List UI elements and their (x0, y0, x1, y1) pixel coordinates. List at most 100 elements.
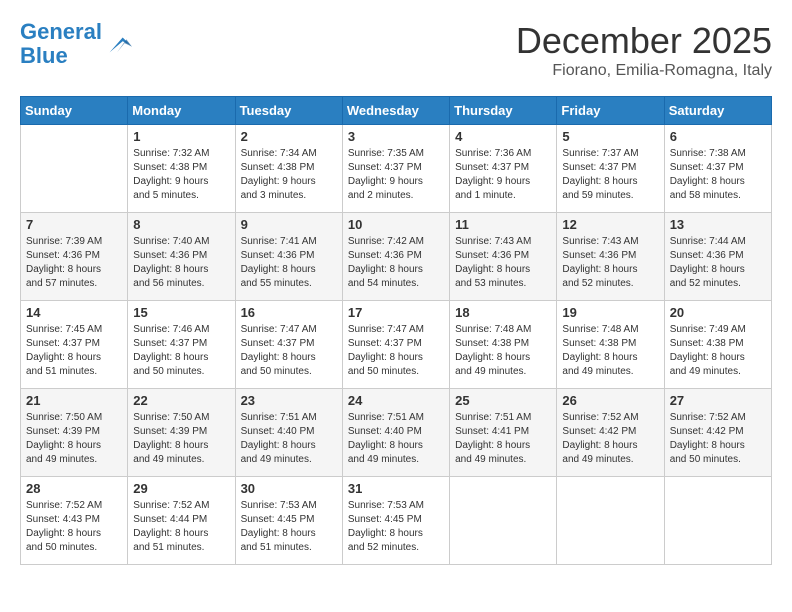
day-number: 4 (455, 129, 551, 144)
week-row-3: 14 Sunrise: 7:45 AM Sunset: 4:37 PM Dayli… (21, 301, 772, 389)
title-block: December 2025 Fiorano, Emilia-Romagna, I… (516, 20, 772, 80)
day-info: Sunrise: 7:47 AM Sunset: 4:37 PM Dayligh… (241, 323, 337, 379)
location-title: Fiorano, Emilia-Romagna, Italy (516, 62, 772, 80)
day-info: Sunrise: 7:43 AM Sunset: 4:36 PM Dayligh… (562, 235, 658, 291)
day-info: Sunrise: 7:35 AM Sunset: 4:37 PM Dayligh… (348, 147, 444, 203)
day-info: Sunrise: 7:51 AM Sunset: 4:40 PM Dayligh… (241, 411, 337, 467)
month-title: December 2025 (516, 20, 772, 62)
day-info: Sunrise: 7:48 AM Sunset: 4:38 PM Dayligh… (455, 323, 551, 379)
header-day-tuesday: Tuesday (235, 97, 342, 125)
week-row-1: 1Sunrise: 7:32 AM Sunset: 4:38 PM Daylig… (21, 125, 772, 213)
header-day-saturday: Saturday (664, 97, 771, 125)
day-info: Sunrise: 7:50 AM Sunset: 4:39 PM Dayligh… (133, 411, 229, 467)
day-number: 18 (455, 305, 551, 320)
day-cell: 4 Sunrise: 7:36 AM Sunset: 4:37 PM Daylig… (450, 125, 557, 213)
day-info: Sunrise: 7:52 AM Sunset: 4:42 PM Dayligh… (670, 411, 766, 467)
day-cell: 25 Sunrise: 7:51 AM Sunset: 4:41 PM Dayli… (450, 389, 557, 477)
day-cell: 12Sunrise: 7:43 AM Sunset: 4:36 PM Dayli… (557, 213, 664, 301)
day-cell: 22 Sunrise: 7:50 AM Sunset: 4:39 PM Dayli… (128, 389, 235, 477)
day-cell: 8 Sunrise: 7:40 AM Sunset: 4:36 PM Daylig… (128, 213, 235, 301)
day-number: 22 (133, 393, 229, 408)
day-cell: 26 Sunrise: 7:52 AM Sunset: 4:42 PM Dayli… (557, 389, 664, 477)
week-row-2: 7 Sunrise: 7:39 AM Sunset: 4:36 PM Daylig… (21, 213, 772, 301)
day-number: 24 (348, 393, 444, 408)
day-info: Sunrise: 7:43 AM Sunset: 4:36 PM Dayligh… (455, 235, 551, 291)
day-number: 3 (348, 129, 444, 144)
day-cell: 16 Sunrise: 7:47 AM Sunset: 4:37 PM Dayli… (235, 301, 342, 389)
day-number: 29 (133, 481, 229, 496)
logo-icon (104, 30, 132, 58)
day-cell: 23Sunrise: 7:51 AM Sunset: 4:40 PM Dayli… (235, 389, 342, 477)
day-cell: 14 Sunrise: 7:45 AM Sunset: 4:37 PM Dayli… (21, 301, 128, 389)
day-info: Sunrise: 7:53 AM Sunset: 4:45 PM Dayligh… (241, 499, 337, 555)
day-cell: 15Sunrise: 7:46 AM Sunset: 4:37 PM Dayli… (128, 301, 235, 389)
header-day-friday: Friday (557, 97, 664, 125)
day-info: Sunrise: 7:52 AM Sunset: 4:43 PM Dayligh… (26, 499, 122, 555)
day-cell: 27Sunrise: 7:52 AM Sunset: 4:42 PM Dayli… (664, 389, 771, 477)
day-cell: 24Sunrise: 7:51 AM Sunset: 4:40 PM Dayli… (342, 389, 449, 477)
day-info: Sunrise: 7:52 AM Sunset: 4:44 PM Dayligh… (133, 499, 229, 555)
day-number: 15 (133, 305, 229, 320)
day-info: Sunrise: 7:53 AM Sunset: 4:45 PM Dayligh… (348, 499, 444, 555)
day-info: Sunrise: 7:37 AM Sunset: 4:37 PM Dayligh… (562, 147, 658, 203)
day-info: Sunrise: 7:39 AM Sunset: 4:36 PM Dayligh… (26, 235, 122, 291)
day-cell: 28 Sunrise: 7:52 AM Sunset: 4:43 PM Dayli… (21, 477, 128, 565)
day-info: Sunrise: 7:34 AM Sunset: 4:38 PM Dayligh… (241, 147, 337, 203)
day-number: 6 (670, 129, 766, 144)
week-row-4: 21 Sunrise: 7:50 AM Sunset: 4:39 PM Dayli… (21, 389, 772, 477)
day-cell (450, 477, 557, 565)
day-info: Sunrise: 7:47 AM Sunset: 4:37 PM Dayligh… (348, 323, 444, 379)
day-cell: 1Sunrise: 7:32 AM Sunset: 4:38 PM Daylig… (128, 125, 235, 213)
day-cell: 31 Sunrise: 7:53 AM Sunset: 4:45 PM Dayli… (342, 477, 449, 565)
day-cell: 7 Sunrise: 7:39 AM Sunset: 4:36 PM Daylig… (21, 213, 128, 301)
day-cell (21, 125, 128, 213)
day-number: 13 (670, 217, 766, 232)
day-info: Sunrise: 7:49 AM Sunset: 4:38 PM Dayligh… (670, 323, 766, 379)
day-info: Sunrise: 7:51 AM Sunset: 4:41 PM Dayligh… (455, 411, 551, 467)
day-number: 8 (133, 217, 229, 232)
day-number: 20 (670, 305, 766, 320)
day-number: 11 (455, 217, 551, 232)
day-info: Sunrise: 7:44 AM Sunset: 4:36 PM Dayligh… (670, 235, 766, 291)
day-cell (557, 477, 664, 565)
day-cell: 5 Sunrise: 7:37 AM Sunset: 4:37 PM Daylig… (557, 125, 664, 213)
day-cell: 18 Sunrise: 7:48 AM Sunset: 4:38 PM Dayli… (450, 301, 557, 389)
day-info: Sunrise: 7:40 AM Sunset: 4:36 PM Dayligh… (133, 235, 229, 291)
day-cell: 17Sunrise: 7:47 AM Sunset: 4:37 PM Dayli… (342, 301, 449, 389)
day-cell: 2Sunrise: 7:34 AM Sunset: 4:38 PM Daylig… (235, 125, 342, 213)
day-number: 19 (562, 305, 658, 320)
day-info: Sunrise: 7:52 AM Sunset: 4:42 PM Dayligh… (562, 411, 658, 467)
day-number: 28 (26, 481, 122, 496)
day-info: Sunrise: 7:42 AM Sunset: 4:36 PM Dayligh… (348, 235, 444, 291)
day-number: 26 (562, 393, 658, 408)
header-day-thursday: Thursday (450, 97, 557, 125)
day-info: Sunrise: 7:45 AM Sunset: 4:37 PM Dayligh… (26, 323, 122, 379)
day-cell: 29 Sunrise: 7:52 AM Sunset: 4:44 PM Dayli… (128, 477, 235, 565)
day-number: 30 (241, 481, 337, 496)
day-number: 5 (562, 129, 658, 144)
day-cell: 10Sunrise: 7:42 AM Sunset: 4:36 PM Dayli… (342, 213, 449, 301)
day-number: 25 (455, 393, 551, 408)
week-row-5: 28 Sunrise: 7:52 AM Sunset: 4:43 PM Dayli… (21, 477, 772, 565)
day-cell: 13 Sunrise: 7:44 AM Sunset: 4:36 PM Dayli… (664, 213, 771, 301)
day-info: Sunrise: 7:50 AM Sunset: 4:39 PM Dayligh… (26, 411, 122, 467)
day-cell: 30 Sunrise: 7:53 AM Sunset: 4:45 PM Dayli… (235, 477, 342, 565)
day-info: Sunrise: 7:48 AM Sunset: 4:38 PM Dayligh… (562, 323, 658, 379)
page-header: GeneralBlue December 2025 Fiorano, Emili… (20, 20, 772, 80)
header-row: SundayMondayTuesdayWednesdayThursdayFrid… (21, 97, 772, 125)
day-number: 16 (241, 305, 337, 320)
day-info: Sunrise: 7:36 AM Sunset: 4:37 PM Dayligh… (455, 147, 551, 203)
logo: GeneralBlue (20, 20, 132, 68)
header-day-wednesday: Wednesday (342, 97, 449, 125)
day-info: Sunrise: 7:38 AM Sunset: 4:37 PM Dayligh… (670, 147, 766, 203)
day-cell (664, 477, 771, 565)
day-number: 7 (26, 217, 122, 232)
day-cell: 3 Sunrise: 7:35 AM Sunset: 4:37 PM Daylig… (342, 125, 449, 213)
header-day-sunday: Sunday (21, 97, 128, 125)
day-number: 1 (133, 129, 229, 144)
day-number: 21 (26, 393, 122, 408)
day-cell: 21 Sunrise: 7:50 AM Sunset: 4:39 PM Dayli… (21, 389, 128, 477)
day-number: 31 (348, 481, 444, 496)
day-number: 14 (26, 305, 122, 320)
day-cell: 11 Sunrise: 7:43 AM Sunset: 4:36 PM Dayli… (450, 213, 557, 301)
